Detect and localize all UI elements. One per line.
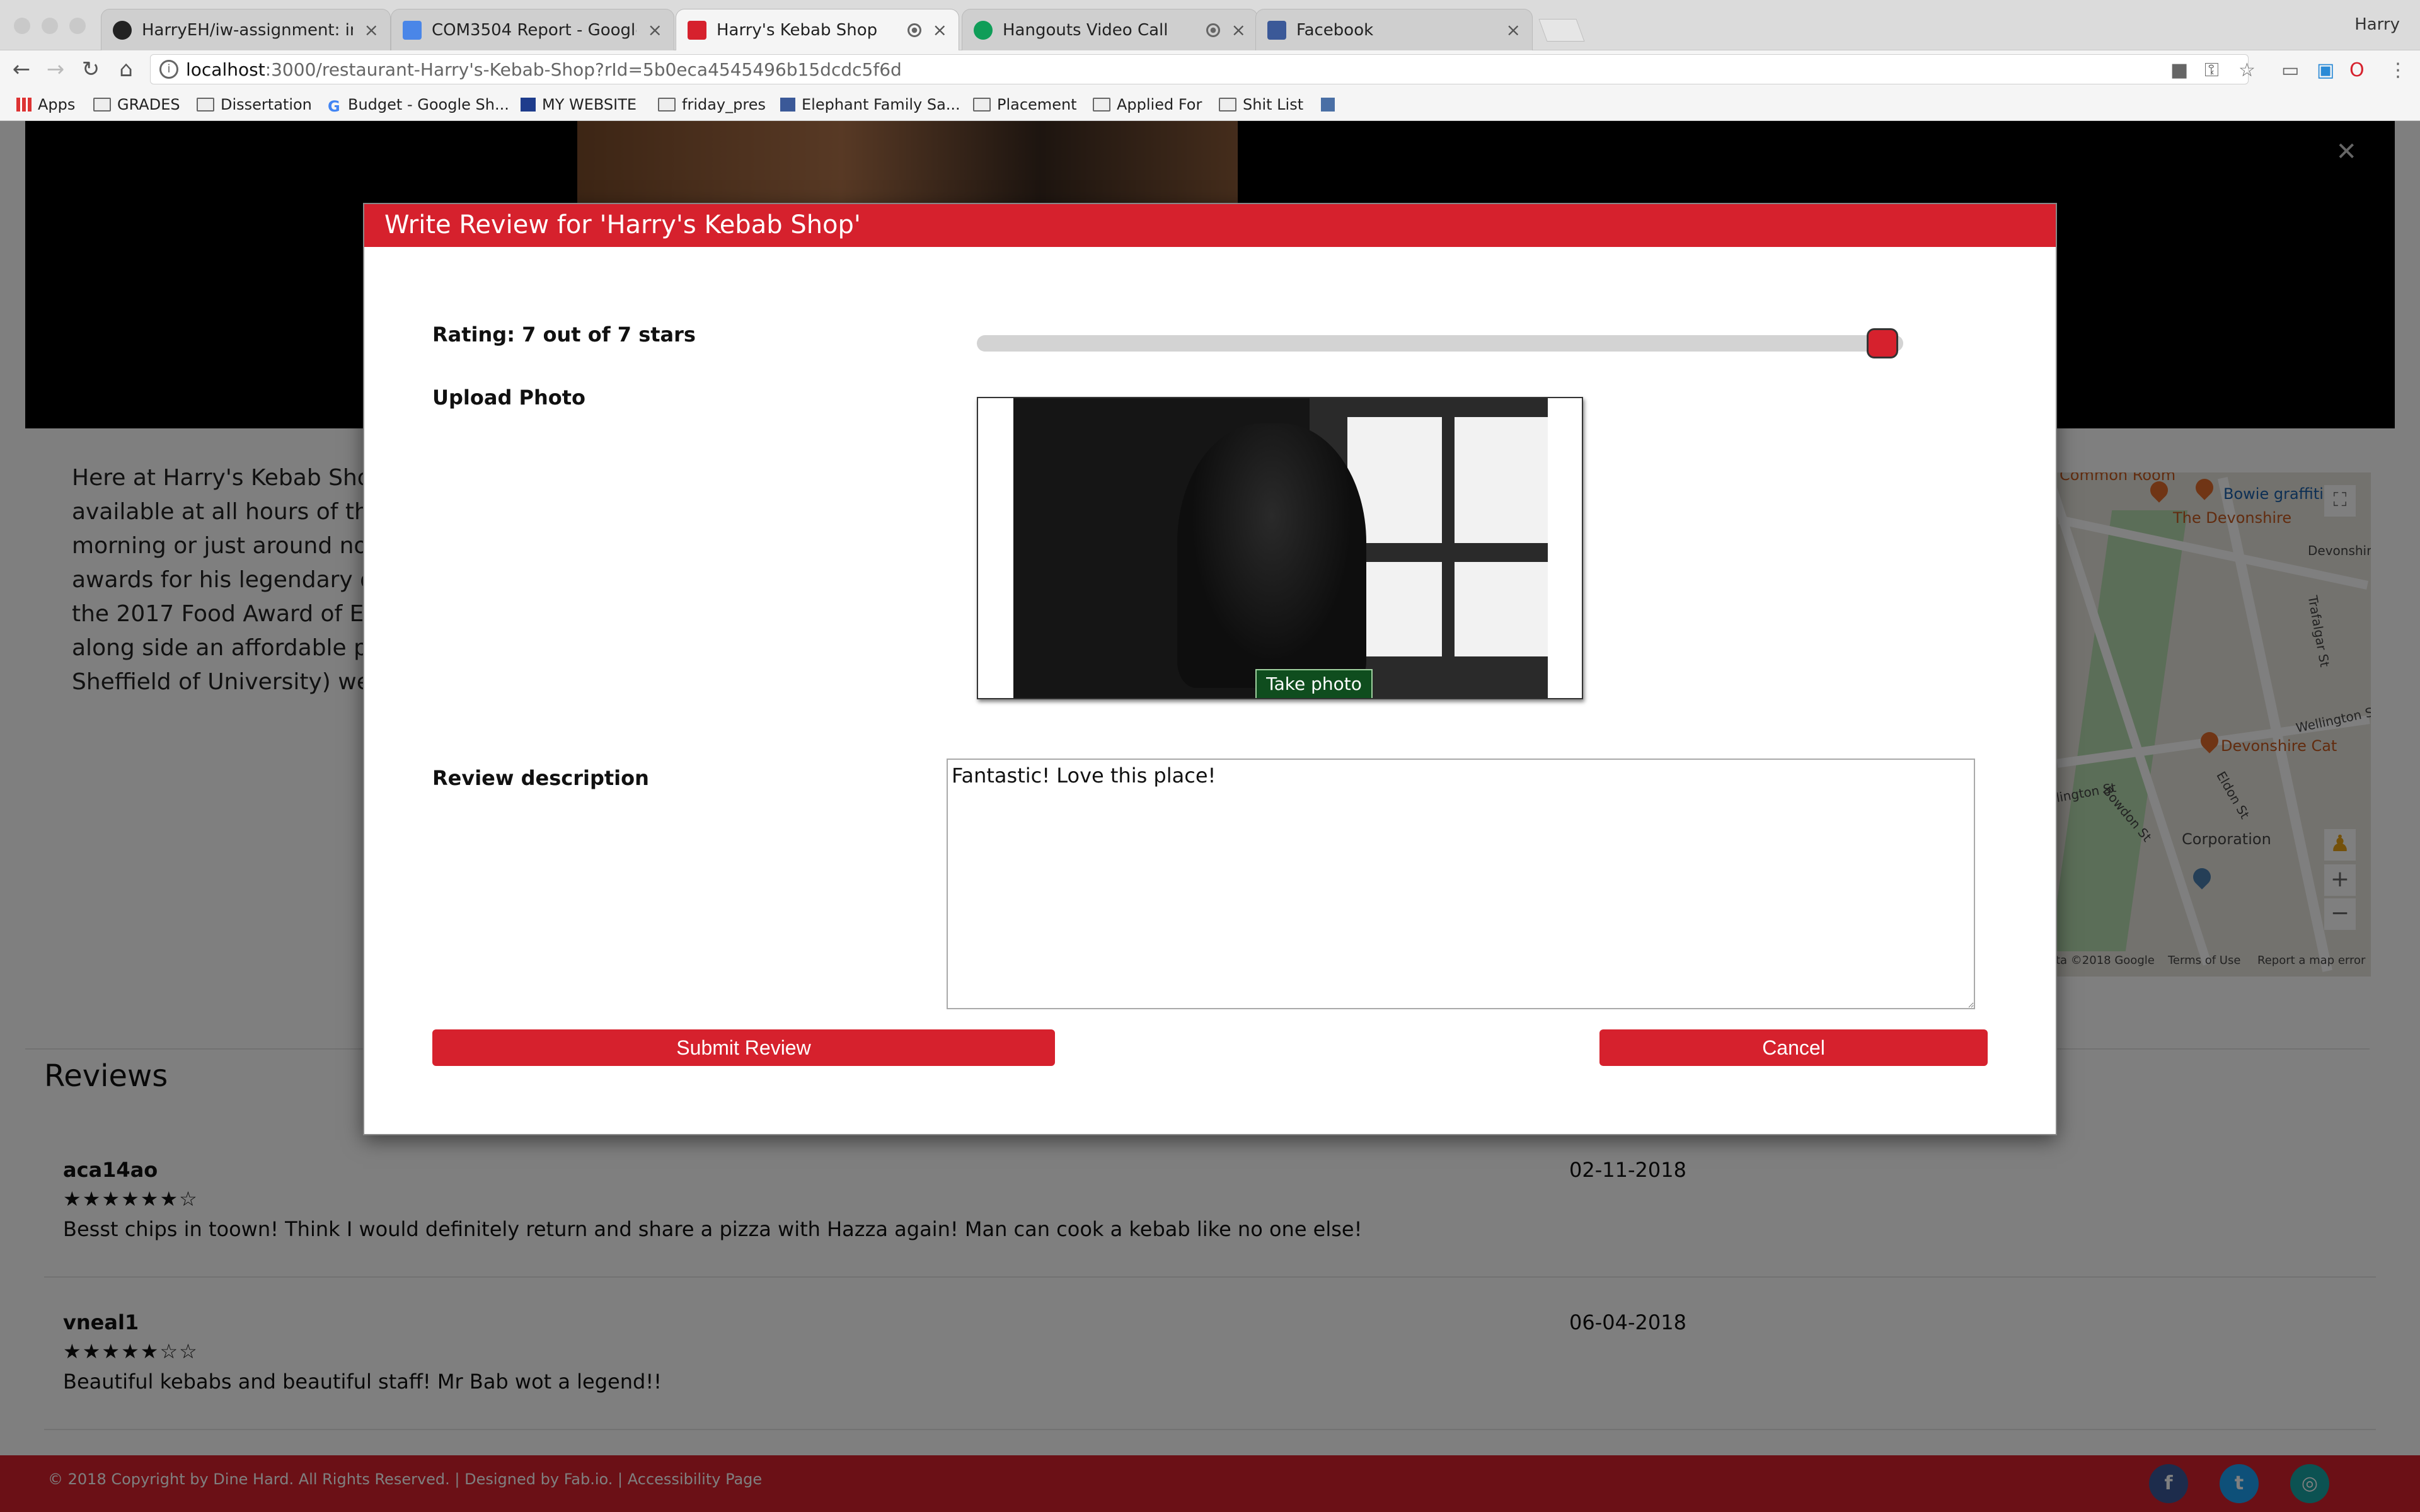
browser-tab[interactable]: Facebook × bbox=[1255, 9, 1533, 50]
window-pane bbox=[1455, 417, 1548, 543]
facebook-icon bbox=[780, 98, 795, 112]
reload-icon[interactable]: ↻ bbox=[78, 57, 103, 82]
write-review-modal: Write Review for 'Harry's Kebab Shop' Ra… bbox=[363, 203, 2057, 1135]
bookmark-link[interactable]: Elephant Family Sa... bbox=[780, 93, 960, 116]
folder-icon bbox=[1219, 98, 1236, 112]
recording-icon bbox=[1206, 23, 1220, 37]
person-silhouette bbox=[1177, 423, 1366, 688]
back-arrow-icon[interactable]: ← bbox=[9, 57, 34, 82]
folder-icon bbox=[1093, 98, 1110, 112]
home-icon[interactable]: ⌂ bbox=[113, 57, 139, 82]
close-tab-icon[interactable]: × bbox=[933, 20, 947, 40]
review-description-label: Review description bbox=[432, 766, 649, 790]
extension-icon[interactable]: ▣ bbox=[2317, 59, 2334, 81]
address-bar[interactable]: i localhost:3000/restaurant-Harry's-Keba… bbox=[150, 54, 2249, 84]
folder-icon bbox=[658, 98, 676, 112]
browser-toolbar: ← → ↻ ⌂ i localhost:3000/restaurant-Harr… bbox=[0, 50, 2420, 89]
close-tab-icon[interactable]: × bbox=[1231, 20, 1246, 40]
browser-tab[interactable]: COM3504 Report - Google Do × bbox=[391, 9, 674, 50]
cast-icon[interactable]: ▭ bbox=[2281, 59, 2299, 81]
bookmark-folder[interactable]: friday_pres bbox=[658, 93, 766, 116]
hangouts-icon bbox=[974, 20, 993, 40]
bookmark-folder[interactable]: Dissertation bbox=[197, 93, 312, 116]
folder-icon bbox=[197, 98, 214, 112]
close-tab-icon[interactable]: × bbox=[364, 20, 379, 40]
browser-tab-bar: HarryEH/iw-assignment: intelli × COM3504… bbox=[0, 0, 2420, 50]
key-icon[interactable]: ⚿ bbox=[2204, 59, 2219, 81]
apps-grid-icon bbox=[16, 98, 32, 112]
cancel-button[interactable]: Cancel bbox=[1599, 1029, 1988, 1066]
bookmark-folder[interactable]: Placement bbox=[973, 93, 1077, 116]
close-tab-icon[interactable]: × bbox=[1506, 20, 1521, 40]
submit-review-button[interactable]: Submit Review bbox=[432, 1029, 1055, 1066]
minimize-window-button[interactable] bbox=[42, 18, 58, 34]
menu-dots-icon[interactable]: ⋮ bbox=[2388, 59, 2407, 81]
facebook-icon bbox=[1267, 20, 1286, 40]
bookmark-flag-icon[interactable] bbox=[1321, 93, 1341, 116]
profile-name[interactable]: Harry bbox=[2354, 15, 2400, 34]
rating-slider[interactable] bbox=[977, 328, 1903, 358]
restaurant-icon bbox=[688, 20, 706, 40]
bookmark-apps[interactable]: Apps bbox=[16, 93, 75, 116]
maximize-window-button[interactable] bbox=[69, 18, 86, 34]
google-icon: G bbox=[328, 98, 340, 115]
bookmarks-bar: Apps GRADES Dissertation G Budget - Googl… bbox=[0, 89, 2420, 121]
browser-tab-active[interactable]: Harry's Kebab Shop × bbox=[676, 9, 959, 50]
github-icon bbox=[113, 20, 132, 40]
flag-icon bbox=[1321, 98, 1335, 112]
take-photo-button[interactable]: Take photo bbox=[1255, 669, 1373, 698]
upload-photo-label: Upload Photo bbox=[432, 386, 585, 410]
camera-icon[interactable]: ■ bbox=[2170, 59, 2188, 81]
bookmark-star-icon[interactable]: ☆ bbox=[2238, 59, 2256, 81]
recording-icon bbox=[907, 23, 921, 37]
bookmark-folder[interactable]: Applied For bbox=[1093, 93, 1202, 116]
bookmark-folder[interactable]: Shit List bbox=[1219, 93, 1303, 116]
modal-title: Write Review for 'Harry's Kebab Shop' bbox=[364, 204, 2056, 247]
close-tab-icon[interactable]: × bbox=[648, 20, 662, 40]
camera-preview: Take photo bbox=[977, 397, 1583, 699]
bookmark-link[interactable]: G Budget - Google Sh... bbox=[328, 93, 509, 116]
review-description-input[interactable]: Fantastic! Love this place! bbox=[947, 759, 1975, 1009]
rating-slider-handle[interactable] bbox=[1867, 328, 1898, 358]
rating-label: Rating: 7 out of 7 stars bbox=[432, 323, 696, 346]
bookmark-link[interactable]: MY WEBSITE bbox=[521, 93, 637, 116]
bookmark-folder[interactable]: GRADES bbox=[93, 93, 180, 116]
website-icon bbox=[521, 98, 536, 112]
browser-tab[interactable]: HarryEH/iw-assignment: intelli × bbox=[101, 9, 391, 50]
folder-icon bbox=[93, 98, 111, 112]
close-window-button[interactable] bbox=[14, 18, 30, 34]
window-pane bbox=[1455, 562, 1548, 656]
webcam-video: Take photo bbox=[1013, 398, 1548, 698]
new-tab-button[interactable] bbox=[1538, 19, 1585, 42]
forward-arrow-icon[interactable]: → bbox=[43, 57, 68, 82]
browser-tab[interactable]: Hangouts Video Call × bbox=[962, 9, 1258, 50]
opera-icon[interactable]: O bbox=[2349, 59, 2365, 81]
google-docs-icon bbox=[403, 20, 422, 40]
site-info-icon[interactable]: i bbox=[159, 60, 178, 79]
folder-icon bbox=[973, 98, 991, 112]
